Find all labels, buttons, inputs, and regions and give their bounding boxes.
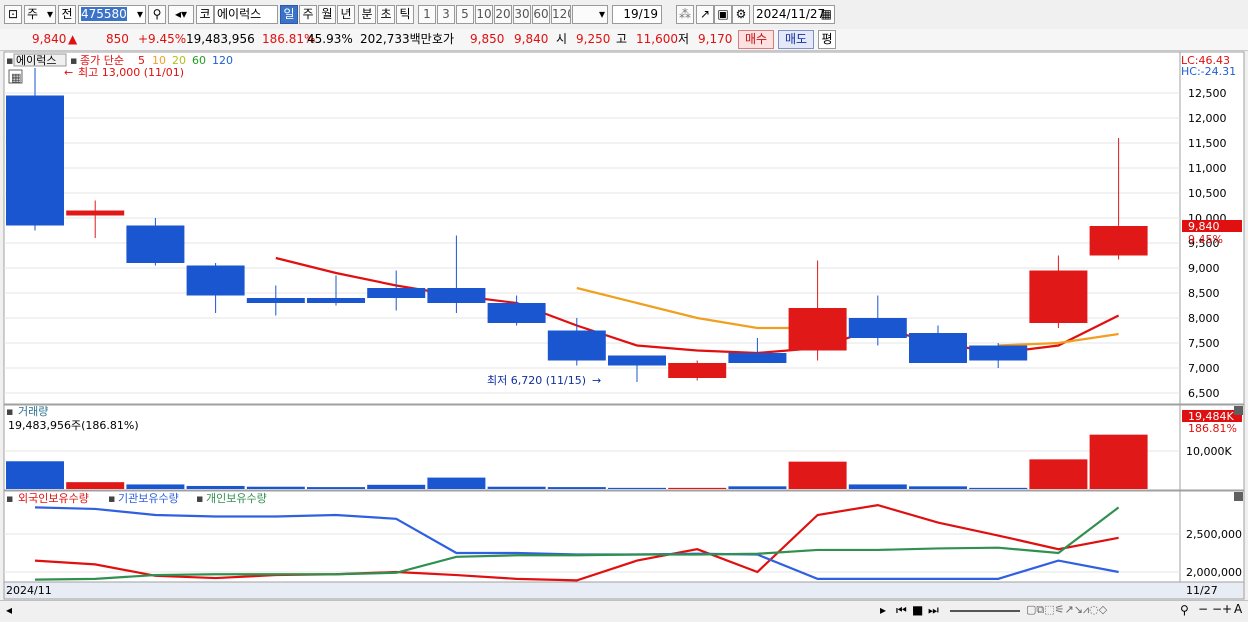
price-tick-label: 12,500: [1188, 87, 1227, 100]
ma-60-label: 60: [192, 54, 206, 67]
volume-bar: [1089, 434, 1148, 489]
date-axis-left: 2024/11: [6, 584, 52, 597]
square-icon: ▪: [196, 492, 203, 505]
price-tick-label: 6,500: [1188, 387, 1220, 400]
volume-title: 거래량: [18, 405, 48, 418]
candle-body: [487, 303, 546, 323]
volume-bar: [66, 482, 125, 489]
legend-individual: 개인보유수량: [206, 492, 267, 505]
volume-bar: [427, 477, 486, 489]
candle-body: [969, 345, 1028, 361]
candle-body: [909, 333, 967, 363]
current-pct-tag: 9.45%: [1188, 233, 1223, 246]
holding-axis-upper: 2,500,000: [1186, 528, 1242, 541]
maximize-icon[interactable]: [1234, 406, 1243, 415]
price-tick-label: 11,000: [1188, 162, 1227, 175]
candle-body: [186, 265, 245, 296]
legend-foreign: 외국인보유수량: [18, 492, 89, 505]
square-icon: ▪: [108, 492, 115, 505]
stock-chart[interactable]: 12,50012,00011,50011,00010,50010,0009,50…: [0, 0, 1248, 621]
font-size-icon[interactable]: A: [1234, 602, 1242, 616]
holding-axis-lower: 2,000,000: [1186, 566, 1242, 579]
candle-body: [608, 355, 666, 366]
volume-bar: [6, 461, 64, 489]
scroll-left-icon[interactable]: ◂: [6, 603, 12, 617]
last-page-icon[interactable]: ⏭: [928, 603, 939, 618]
volume-axis-label: 10,000K: [1186, 445, 1232, 458]
square-icon: ▪: [6, 54, 13, 67]
left-arrow-icon: ←: [64, 66, 73, 79]
scroll-right-icon[interactable]: ▸: [880, 603, 886, 617]
zoom-search-icon[interactable]: ⚲: [1180, 603, 1189, 617]
high-note: 최고 13,000 (11/01): [78, 66, 184, 79]
tool-icons[interactable]: ▢⧉⬚⚟↗↘⩘◌◇: [1026, 603, 1107, 617]
volume-bar: [367, 484, 426, 489]
volume-bar: [909, 486, 967, 489]
maximize-icon[interactable]: [1234, 492, 1243, 501]
zoom-slider[interactable]: [950, 610, 1020, 612]
legend-institution: 기관보유수량: [118, 492, 179, 505]
zoom-in-icon[interactable]: +: [1222, 602, 1232, 616]
price-tick-label: 7,000: [1188, 362, 1220, 375]
bottom-scrollbar[interactable]: ◂ ▸ ⏮ ■ ⏭ ▢⧉⬚⚟↗↘⩘◌◇ ⚲ − − + A: [0, 600, 1248, 622]
candle-body: [126, 225, 185, 263]
candle-body: [1029, 270, 1088, 323]
candle-body: [547, 330, 606, 361]
volume-bar: [186, 485, 245, 489]
hc-value: HC:-24.31: [1181, 65, 1236, 78]
candle-body: [668, 363, 727, 378]
stock-label: 에이럭스: [16, 54, 56, 67]
date-axis: [3, 581, 1245, 600]
volume-bar: [547, 487, 606, 489]
date-axis-right: 11/27: [1186, 584, 1218, 597]
volume-bar: [728, 486, 787, 489]
candle-body: [427, 288, 486, 303]
candle-body: [1089, 226, 1148, 256]
first-page-icon[interactable]: ⏮: [896, 603, 907, 618]
stop-icon[interactable]: ■: [912, 603, 923, 617]
volume-summary: 19,483,956주(186.81%): [8, 419, 139, 432]
volume-bar: [487, 486, 546, 489]
price-tick-label: 10,500: [1188, 187, 1227, 200]
candle-body: [788, 308, 847, 351]
table-icon-glyph: ▦: [11, 71, 21, 84]
square-icon: ▪: [6, 492, 13, 505]
volume-bar: [246, 486, 305, 489]
candle-body: [848, 318, 907, 338]
volume-panel: [3, 404, 1181, 491]
candle-body: [246, 298, 305, 303]
price-tick-label: 8,500: [1188, 287, 1220, 300]
volume-bar: [788, 461, 847, 489]
volume-bar: [848, 484, 907, 489]
volume-pct-tag: 186.81%: [1188, 422, 1237, 435]
price-tick-label: 8,000: [1188, 312, 1220, 325]
candle-body: [367, 288, 426, 298]
candle-body: [728, 353, 787, 363]
price-tick-label: 11,500: [1188, 137, 1227, 150]
volume-bar: [126, 484, 185, 489]
volume-bar: [668, 487, 727, 489]
candle-body: [6, 95, 64, 226]
price-tick-label: 9,000: [1188, 262, 1220, 275]
candle-body: [307, 298, 365, 303]
volume-bar: [969, 487, 1028, 489]
minus-icon[interactable]: −: [1212, 602, 1222, 616]
square-icon: ▪: [6, 405, 13, 418]
price-tick-label: 7,500: [1188, 337, 1220, 350]
ma-120-label: 120: [212, 54, 233, 67]
volume-bar: [307, 487, 365, 489]
low-note: 최저 6,720 (11/15): [487, 374, 586, 387]
zoom-out-icon[interactable]: −: [1198, 602, 1208, 616]
candle-body: [66, 210, 125, 216]
current-price-tag-text: 9,840: [1188, 220, 1220, 233]
volume-bar: [1029, 459, 1088, 489]
price-tick-label: 12,000: [1188, 112, 1227, 125]
volume-bar: [608, 487, 666, 489]
right-arrow-icon: →: [592, 374, 601, 387]
